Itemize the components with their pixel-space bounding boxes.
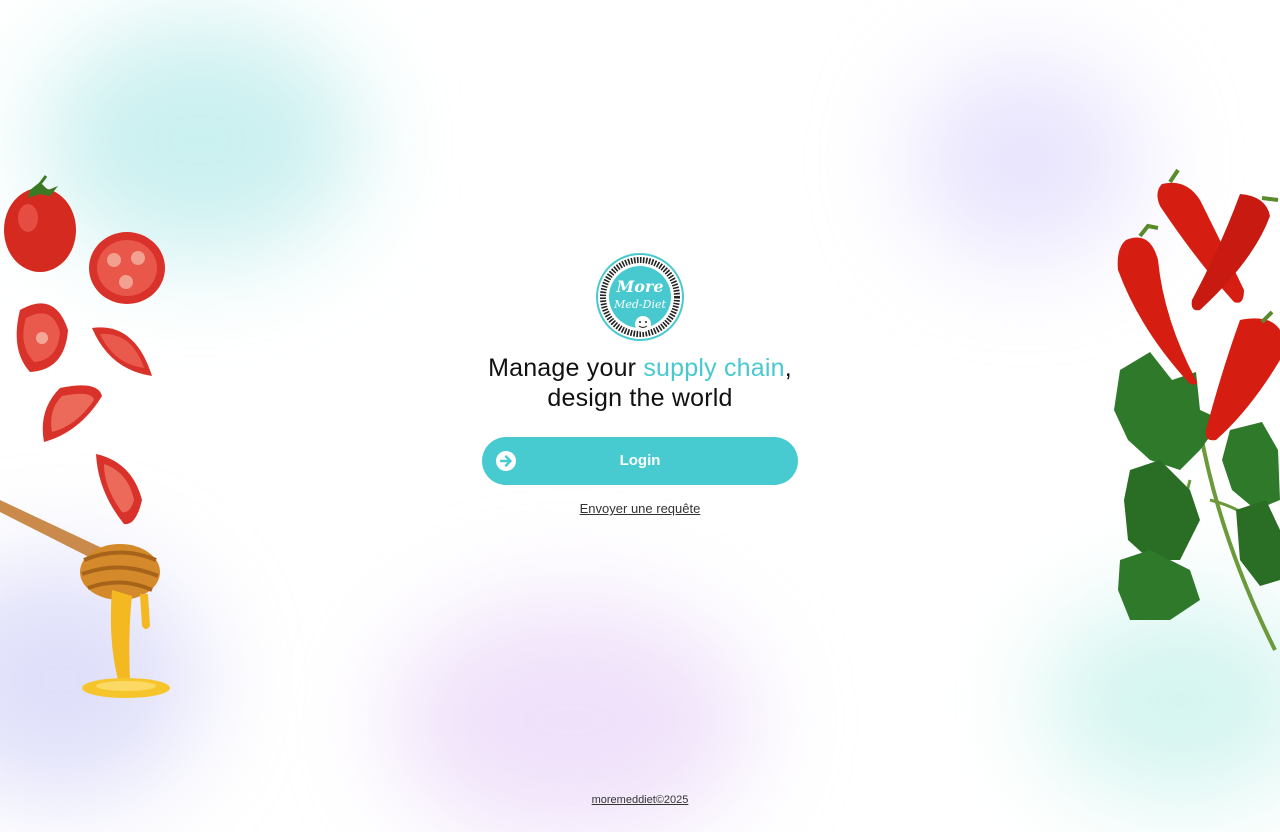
red-pepper-image [1117,223,1198,385]
headline-accent: supply chain [643,354,785,382]
background-blob [0,560,200,800]
footer-copyright-link[interactable]: moremeddiet©2025 [540,792,740,808]
tomato-slice-image [89,232,165,304]
headline-prefix: Manage your [488,354,644,382]
background-blob [1040,600,1280,800]
login-button-label: Login [619,452,661,469]
send-request-link[interactable]: Envoyer une requête [440,500,840,518]
honey-dipper-image [0,500,170,698]
whole-tomato-image [4,175,76,272]
login-page: More Med-Diet Manage your supply chain, … [0,0,1280,832]
logo-text-med-diet: Med-Diet [613,298,666,311]
arrow-right-circle-icon [496,451,516,471]
headline-line2: design the world [547,384,733,412]
red-pepper-image [1205,310,1280,441]
logo-text-more: More [616,277,664,296]
tomato-slice-image [16,303,69,372]
page-headline: Manage your supply chain, design the wor… [440,353,840,413]
red-pepper-image [1157,168,1244,303]
red-pepper-image [1191,194,1279,311]
left-food-illustration [0,175,170,698]
tomato-slice-image [92,327,152,376]
login-button[interactable]: Login [482,437,798,485]
more-med-diet-logo: More Med-Diet [596,253,684,341]
parsley-image [1114,352,1280,651]
right-food-illustration [1114,168,1280,651]
background-blob [910,60,1140,260]
background-blob [40,20,360,260]
tomato-slice-image [42,385,102,442]
headline-suffix: , [784,354,792,382]
tomato-slice-image [96,454,142,525]
